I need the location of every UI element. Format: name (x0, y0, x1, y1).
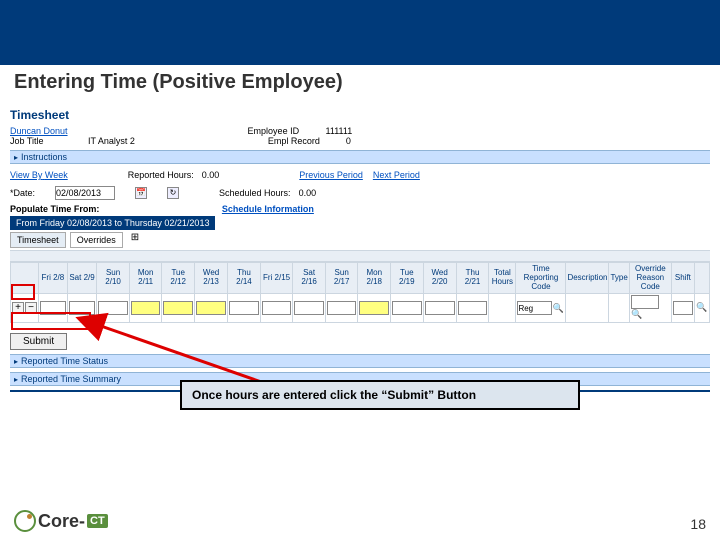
col-sat-2-16: Sat 2/16 (293, 263, 326, 294)
submit-row: Submit (10, 333, 710, 350)
cell-thu-2-14[interactable] (229, 301, 259, 315)
trc-lookup-icon[interactable]: 🔍 (552, 303, 564, 315)
logo-ct-badge: CT (87, 514, 108, 528)
cell-fri-2-15[interactable] (262, 301, 292, 315)
schedule-info-link[interactable]: Schedule Information (222, 204, 314, 214)
col-sun-2-17: Sun 2/17 (325, 263, 358, 294)
next-period-link[interactable]: Next Period (373, 170, 420, 180)
employee-name-link[interactable]: Duncan Donut (10, 126, 68, 136)
cell-sun-2-10[interactable] (98, 301, 128, 315)
empl-record-value: 0 (346, 136, 351, 146)
timesheet-heading: Timesheet (10, 108, 710, 122)
col-override-reason: Override Reason Code (629, 263, 671, 294)
view-date-row: View By Week Reported Hours: 0.00 Previo… (10, 170, 710, 180)
col-fri-2-8: Fri 2/8 (39, 263, 68, 294)
callout-box: Once hours are entered click the “Submit… (180, 380, 580, 410)
date-label: *Date: (10, 188, 35, 198)
period-range: From Friday 02/08/2013 to Thursday 02/21… (10, 216, 215, 230)
col-total-hours: Total Hours (489, 263, 516, 294)
cell-thu-2-21[interactable] (458, 301, 488, 315)
cell-wed-2-13[interactable] (196, 301, 226, 315)
tab-overrides[interactable]: Overrides (70, 232, 123, 248)
reported-time-status-bar[interactable]: Reported Time Status (10, 354, 710, 368)
cell-total-hours (489, 294, 516, 323)
date-row: *Date: 📅 ↻ Scheduled Hours: 0.00 (10, 186, 710, 200)
tabs-row: Timesheet Overrides ⊞ (10, 232, 710, 248)
trc-input[interactable] (517, 301, 552, 315)
col-thu-2-21: Thu 2/21 (456, 263, 489, 294)
cell-description (566, 294, 609, 323)
content-area: Timesheet Duncan Donut Employee ID 11111… (0, 100, 720, 392)
scheduled-hours-value: 0.00 (299, 188, 317, 198)
refresh-icon[interactable]: ↻ (167, 187, 179, 199)
cell-wed-2-20[interactable] (425, 301, 455, 315)
col-fri-2-15: Fri 2/15 (260, 263, 293, 294)
cell-mon-2-11[interactable] (131, 301, 161, 315)
core-ct-logo: Core- CT (14, 510, 108, 532)
col-wed-2-20: Wed 2/20 (423, 263, 456, 294)
employee-row-2: Job Title IT Analyst 2 Empl Record 0 (10, 136, 710, 146)
shift-input[interactable] (673, 301, 693, 315)
col-mon-2-18: Mon 2/18 (358, 263, 391, 294)
timesheet-data-row: +− 🔍 (11, 294, 710, 323)
col-thu-2-14: Thu 2/14 (228, 263, 261, 294)
col-sat-2-9: Sat 2/9 (67, 263, 97, 294)
cell-mon-2-18[interactable] (359, 301, 389, 315)
employee-row-1: Duncan Donut Employee ID 111111 (10, 126, 710, 136)
expand-icon[interactable]: ⊞ (131, 232, 139, 248)
page-number: 18 (690, 516, 706, 532)
cell-sat-2-16[interactable] (294, 301, 324, 315)
reported-hours-value: 0.00 (202, 170, 220, 180)
col-type: Type (609, 263, 629, 294)
scheduled-hours-label: Scheduled Hours: (219, 188, 291, 198)
instructions-bar[interactable]: Instructions (10, 150, 710, 164)
slide-header-bar (0, 0, 720, 65)
populate-time-label: Populate Time From: Schedule Information (10, 204, 710, 214)
empl-record-label: Empl Record (268, 136, 338, 146)
shift-lookup-icon[interactable]: 🔍 (696, 302, 708, 314)
cell-tue-2-19[interactable] (392, 301, 422, 315)
col-description: Description (566, 263, 609, 294)
timesheet-header-row: Fri 2/8 Sat 2/9 Sun 2/10 Mon 2/11 Tue 2/… (11, 263, 710, 294)
view-by-link[interactable]: View By Week (10, 170, 68, 180)
col-mon-2-11: Mon 2/11 (129, 263, 162, 294)
col-tue-2-19: Tue 2/19 (391, 263, 424, 294)
cell-sun-2-17[interactable] (327, 301, 357, 315)
highlight-box-addrow (11, 284, 35, 300)
footer: Core- CT 18 (0, 510, 720, 532)
logo-text: Core- (38, 511, 85, 532)
override-reason-input[interactable] (631, 295, 659, 309)
submit-button[interactable]: Submit (10, 333, 67, 350)
col-shift: Shift (671, 263, 694, 294)
override-lookup-icon[interactable]: 🔍 (631, 309, 643, 321)
logo-circle-icon (14, 510, 36, 532)
highlight-box-submit (11, 312, 91, 330)
calendar-icon[interactable]: 📅 (135, 187, 147, 199)
slide-title: Entering Time (Positive Employee) (0, 65, 720, 100)
cell-tue-2-12[interactable] (163, 301, 193, 315)
timesheet-screenshot: Timesheet Duncan Donut Employee ID 11111… (10, 108, 710, 392)
reported-hours-label: Reported Hours: (128, 170, 194, 180)
grid-toolbar (10, 250, 710, 262)
col-trc: Time Reporting Code (516, 263, 566, 294)
previous-period-link[interactable]: Previous Period (299, 170, 363, 180)
date-input[interactable] (55, 186, 115, 200)
job-title-value: IT Analyst 2 (88, 136, 135, 146)
job-title-label: Job Title (10, 136, 80, 146)
tab-timesheet[interactable]: Timesheet (10, 232, 66, 248)
col-tue-2-12: Tue 2/12 (162, 263, 195, 294)
cell-type (609, 294, 629, 323)
employee-id-value: 111111 (326, 126, 353, 136)
timesheet-grid: Fri 2/8 Sat 2/9 Sun 2/10 Mon 2/11 Tue 2/… (10, 262, 710, 323)
employee-id-label: Employee ID (248, 126, 318, 136)
col-wed-2-13: Wed 2/13 (194, 263, 227, 294)
col-sun-2-10: Sun 2/10 (97, 263, 130, 294)
